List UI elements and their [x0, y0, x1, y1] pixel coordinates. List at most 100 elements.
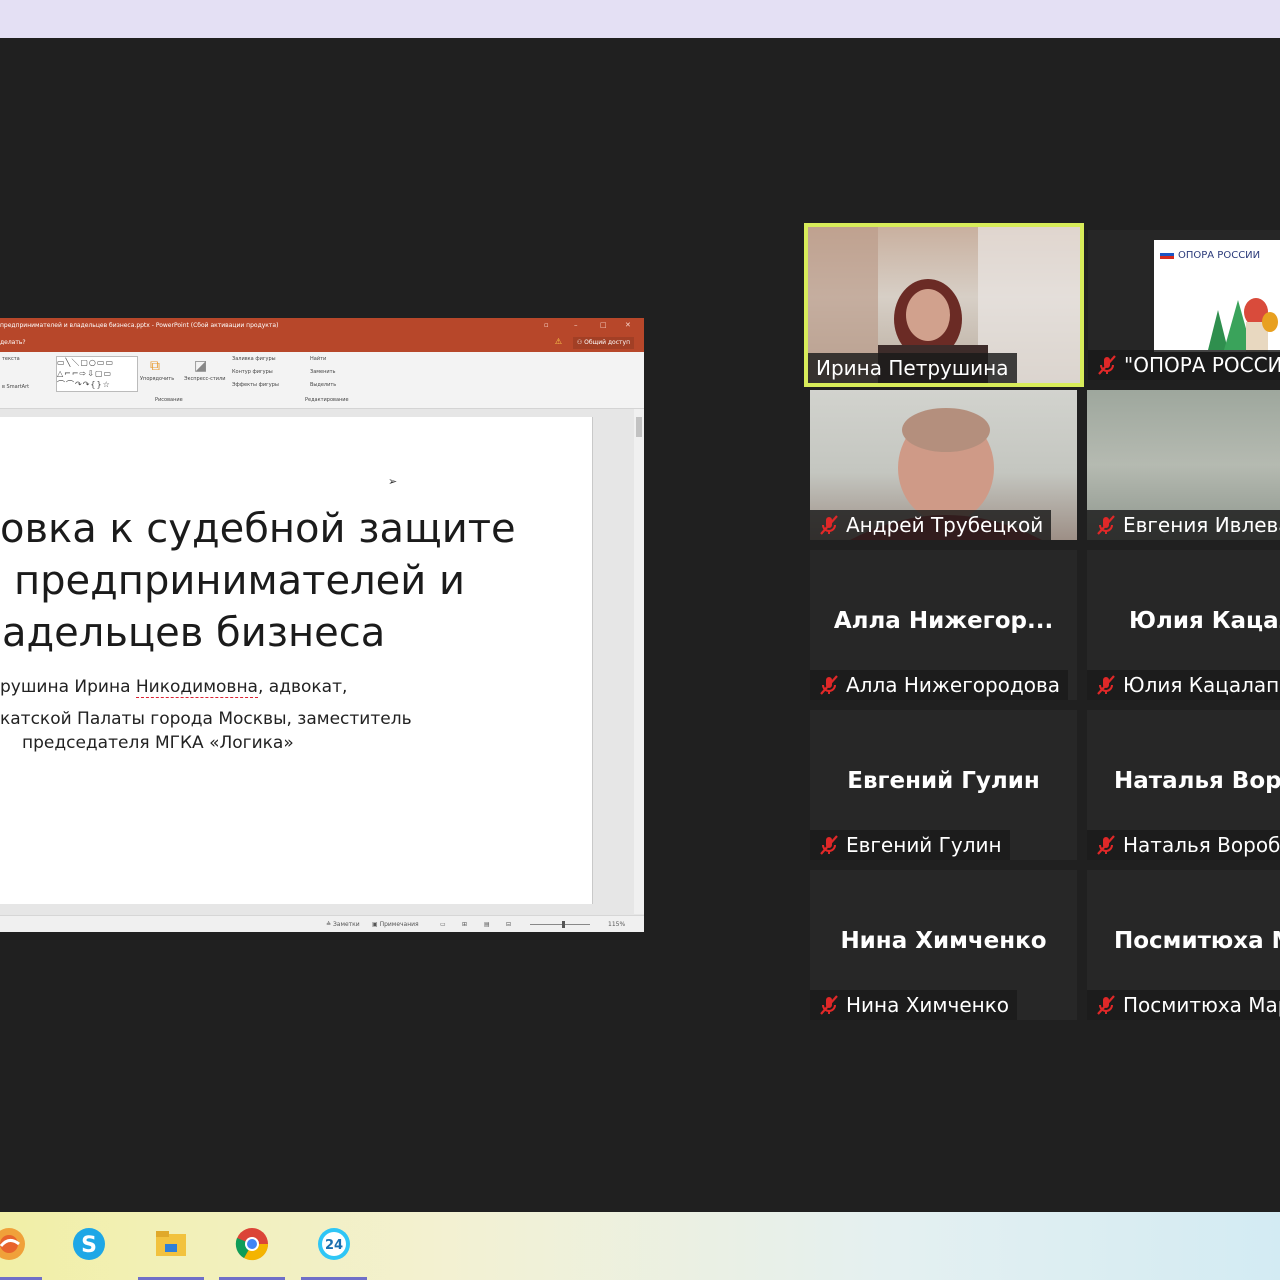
- ribbon-effects[interactable]: Эффекты фигуры: [232, 382, 279, 388]
- participant-name-tag: Евгения Ивлева: [1087, 510, 1280, 540]
- muted-mic-icon: [820, 995, 838, 1015]
- muted-mic-icon: [820, 835, 838, 855]
- ppt-share-button[interactable]: ⚇ Общий доступ: [572, 337, 634, 349]
- ppt-share-label: Общий доступ: [584, 339, 630, 346]
- muted-mic-icon: [1097, 995, 1115, 1015]
- participant-display-name: Наталья Воро: [1114, 768, 1280, 794]
- participant-name: Посмитюха Мар: [1123, 993, 1280, 1017]
- zoom-slider-knob[interactable]: [562, 921, 565, 928]
- os-taskbar: S 24: [0, 1212, 1280, 1280]
- participant-display-name: Нина Химченко: [840, 928, 1047, 954]
- org-logo-image: ОПОРА РОССИИ: [1154, 240, 1280, 352]
- slideshow-icon[interactable]: ⊟: [506, 921, 511, 928]
- slide-title: овка к судебной защите предпринимателей …: [0, 503, 590, 659]
- ppt-title-bar: предпринимателей и владельцев бизнеса.pp…: [0, 318, 644, 334]
- ppt-minimize-icon[interactable]: –: [574, 321, 578, 329]
- slide-editor-area: ➢ овка к судебной защите предпринимателе…: [0, 409, 634, 914]
- shapes-gallery[interactable]: ▭╲＼▢○▭▭ △⌐⌐⇨⇩▢▭ ⌒⌒↷↷{}☆: [56, 356, 138, 392]
- muted-mic-icon: [1097, 515, 1115, 535]
- slide-sorter-icon[interactable]: ⊞: [462, 921, 467, 928]
- zoom-level[interactable]: 115%: [608, 921, 625, 928]
- participant-name-tag: Евгений Гулин: [810, 830, 1010, 860]
- status-comments-button[interactable]: ▣ Примечания: [372, 921, 419, 928]
- ribbon-replace[interactable]: Заменить: [310, 369, 336, 375]
- status-comments-label: Примечания: [379, 921, 419, 928]
- kremlin-icon: [1208, 298, 1278, 352]
- status-notes-button[interactable]: ≙ Заметки: [326, 921, 360, 928]
- slide-scrollbar[interactable]: [634, 409, 644, 914]
- zoom-slider[interactable]: [530, 924, 590, 925]
- ribbon-textbox-hint[interactable]: текста: [2, 356, 20, 362]
- participant-tile[interactable]: Евгений Гулин Евгений Гулин: [810, 710, 1077, 860]
- participant-tile[interactable]: Нина Химченко Нина Химченко: [810, 870, 1077, 1020]
- muted-mic-icon: [1097, 675, 1115, 695]
- bitrix24-label: 24: [325, 1238, 343, 1253]
- ppt-window-title: предпринимателей и владельцев бизнеса.pp…: [0, 322, 279, 329]
- quick-styles-icon: ◪: [194, 358, 208, 374]
- slide-author-suffix: , адвокат,: [257, 677, 348, 697]
- ppt-restore-icon[interactable]: ▫: [544, 321, 549, 329]
- slide-title-line-3: адельцев бизнеса: [2, 610, 386, 656]
- ribbon-quick-styles[interactable]: Экспресс-стили: [184, 376, 225, 382]
- slide-canvas[interactable]: ➢ овка к судебной защите предпринимателе…: [0, 417, 593, 904]
- participant-tile[interactable]: Посмитюха М Посмитюха Мар: [1087, 870, 1280, 1020]
- ribbon-outline[interactable]: Контур фигуры: [232, 369, 273, 375]
- participant-name: "ОПОРА РОССИ: [1124, 353, 1280, 377]
- slide-title-line-1: овка к судебной защите: [0, 506, 516, 552]
- ppt-maximize-icon[interactable]: □: [600, 321, 607, 329]
- participant-name-tag: Ирина Петрушина: [808, 353, 1017, 383]
- mouse-cursor-icon: ➢: [388, 475, 398, 488]
- participant-tile[interactable]: ОПОРА РОССИИ "ОПОРА РОССИ: [1088, 230, 1280, 380]
- taskbar-app-file-explorer[interactable]: [138, 1212, 204, 1280]
- ppt-tab-bar: делать? ⚠ ⚇ Общий доступ: [0, 334, 644, 352]
- org-logo-text: ОПОРА РОССИИ: [1178, 250, 1261, 261]
- slide-author: рушина Ирина Никодимовна, адвокат,: [0, 677, 348, 698]
- shared-screen-powerpoint: предпринимателей и владельцев бизнеса.pp…: [0, 318, 644, 932]
- participant-tile[interactable]: Алла Нижегор... Алла Нижегородова: [810, 550, 1077, 700]
- ribbon-arrange[interactable]: Упорядочить: [140, 376, 174, 382]
- window-top-bar: [0, 0, 1280, 38]
- ribbon-find[interactable]: Найти: [310, 356, 326, 362]
- taskbar-app-browser[interactable]: [0, 1212, 42, 1280]
- muted-mic-icon: [820, 675, 838, 695]
- warning-icon: ⚠: [554, 337, 562, 346]
- participant-display-name: Юлия Кацал: [1129, 608, 1280, 634]
- scrollbar-thumb[interactable]: [636, 417, 642, 437]
- ribbon-fill[interactable]: Заливка фигуры: [232, 356, 276, 362]
- participant-tile[interactable]: Евгения Ивлева: [1087, 390, 1280, 540]
- slide-affiliation-line-2: председателя МГКА «Логика»: [22, 733, 294, 753]
- muted-mic-icon: [1097, 835, 1115, 855]
- participant-name-tag: Нина Химченко: [810, 990, 1018, 1020]
- ribbon-select[interactable]: Выделить: [310, 382, 336, 388]
- slide-author-prefix: рушина Ирина: [0, 677, 136, 697]
- browser-icon: [0, 1228, 25, 1260]
- taskbar-app-bitrix24[interactable]: 24: [301, 1212, 367, 1280]
- participant-name: Юлия Кацалап: [1123, 673, 1280, 697]
- ppt-status-bar: ≙ Заметки ▣ Примечания ▭ ⊞ ▤ ⊟ 115%: [0, 915, 644, 932]
- ppt-close-icon[interactable]: ✕: [625, 321, 631, 329]
- muted-mic-icon: [1098, 355, 1116, 375]
- participant-name-tag: "ОПОРА РОССИ: [1088, 350, 1280, 380]
- ribbon-smartart-hint[interactable]: в SmartArt: [2, 384, 29, 390]
- participant-tile-active-speaker[interactable]: Ирина Петрушина: [804, 223, 1084, 387]
- participant-name: Алла Нижегородова: [846, 673, 1061, 697]
- participant-name-tag: Андрей Трубецкой: [810, 510, 1052, 540]
- reading-view-icon[interactable]: ▤: [484, 921, 490, 928]
- chrome-icon: [235, 1228, 269, 1261]
- normal-view-icon[interactable]: ▭: [440, 921, 446, 928]
- participant-name-tag: Наталья Вороби: [1087, 830, 1280, 860]
- taskbar-app-chrome[interactable]: [219, 1212, 285, 1280]
- arrange-icon: ⧉: [150, 358, 160, 374]
- ribbon-group-drawing: Рисование: [155, 397, 183, 403]
- taskbar-app-skype[interactable]: S: [56, 1212, 122, 1280]
- participant-tile[interactable]: Юлия Кацал Юлия Кацалап: [1087, 550, 1280, 700]
- ribbon-group-editing: Редактирование: [305, 397, 349, 403]
- participant-tile[interactable]: Андрей Трубецкой: [810, 390, 1077, 540]
- participant-name-tag: Посмитюха Мар: [1087, 990, 1280, 1020]
- participant-name: Ирина Петрушина: [816, 356, 1009, 380]
- participant-tile[interactable]: Наталья Воро Наталья Вороби: [1087, 710, 1280, 860]
- ppt-tell-me[interactable]: делать?: [0, 339, 26, 346]
- participant-name-tag: Юлия Кацалап: [1087, 670, 1280, 700]
- svg-text:S: S: [81, 1233, 97, 1258]
- participant-name: Нина Химченко: [846, 993, 1010, 1017]
